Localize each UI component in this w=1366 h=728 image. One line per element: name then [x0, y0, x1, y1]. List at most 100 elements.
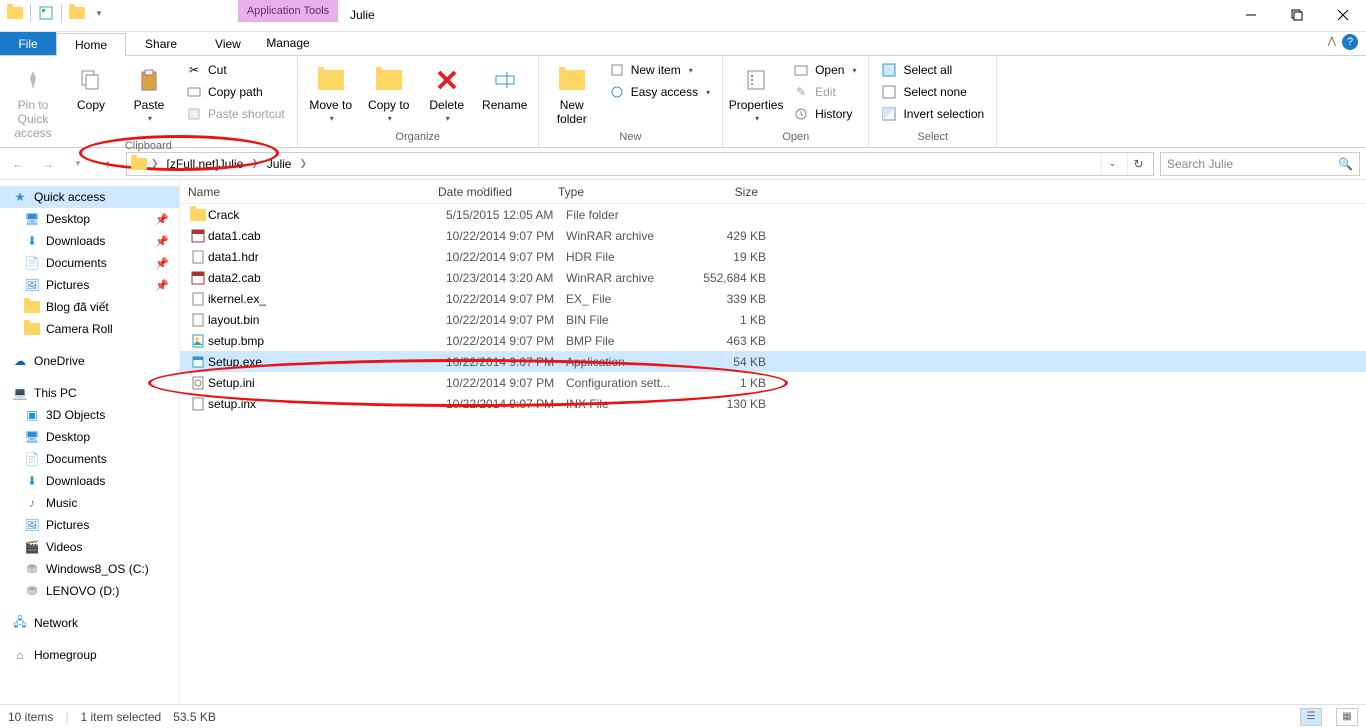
chevron-right-icon[interactable]: ❯ — [251, 158, 259, 169]
breadcrumb-item-parent[interactable]: [zFull.net]Julie — [163, 157, 248, 171]
nav-pictures-pc[interactable]: 🖼Pictures — [0, 514, 179, 536]
nav-pictures[interactable]: 🖼Pictures📌 — [0, 274, 179, 296]
nav-videos[interactable]: 🎬Videos — [0, 536, 179, 558]
new-item-icon — [609, 62, 625, 78]
select-none-button[interactable]: Select none — [877, 82, 988, 102]
move-to-button[interactable]: Move to▾ — [306, 60, 356, 123]
column-header-date[interactable]: Date modified — [438, 185, 558, 199]
ribbon-tabs: File Home Share View Manage ⋀ ? — [0, 32, 1366, 56]
open-button[interactable]: Open▾ — [789, 60, 860, 80]
videos-icon: 🎬 — [24, 539, 40, 555]
address-dropdown-icon[interactable]: ⌄ — [1101, 153, 1123, 175]
file-row[interactable]: data1.cab10/22/2014 9:07 PMWinRAR archiv… — [180, 225, 1366, 246]
column-header-type[interactable]: Type — [558, 185, 678, 199]
search-input[interactable]: Search Julie 🔍 — [1160, 152, 1360, 176]
file-row[interactable]: ikernel.ex_10/22/2014 9:07 PMEX_ File339… — [180, 288, 1366, 309]
nav-onedrive[interactable]: ☁OneDrive — [0, 350, 179, 372]
chevron-right-icon[interactable]: ❯ — [151, 158, 159, 169]
pin-to-quick-access-button[interactable]: Pin to Quick access — [8, 60, 58, 140]
file-tab[interactable]: File — [0, 32, 56, 55]
easy-access-button[interactable]: Easy access▾ — [605, 82, 714, 102]
rename-button[interactable]: Rename — [480, 60, 530, 112]
history-button[interactable]: History — [789, 104, 860, 124]
breadcrumb-item-current[interactable]: Julie — [263, 157, 296, 171]
file-row[interactable]: setup.bmp10/22/2014 9:07 PMBMP File463 K… — [180, 330, 1366, 351]
nav-camera-roll[interactable]: Camera Roll — [0, 318, 179, 340]
nav-drive-d[interactable]: ⛃LENOVO (D:) — [0, 580, 179, 602]
file-row[interactable]: setup.inx10/22/2014 9:07 PMINX File130 K… — [180, 393, 1366, 414]
nav-documents-pc[interactable]: 📄Documents — [0, 448, 179, 470]
up-button[interactable]: ↑ — [96, 152, 120, 176]
properties-qat-icon[interactable] — [37, 4, 55, 22]
file-name: setup.inx — [208, 397, 446, 411]
paste-button[interactable]: Paste▾ — [124, 60, 174, 123]
file-size: 54 KB — [686, 355, 766, 369]
nav-desktop-pc[interactable]: 🖥Desktop — [0, 426, 179, 448]
nav-blog[interactable]: Blog đã viết — [0, 296, 179, 318]
context-tab-application-tools[interactable]: Application Tools — [238, 0, 338, 22]
cut-button[interactable]: ✂Cut — [182, 60, 289, 80]
file-row[interactable]: Crack5/15/2015 12:05 AMFile folder — [180, 204, 1366, 225]
back-button[interactable]: ← — [6, 152, 30, 176]
nav-drive-c[interactable]: ⛃Windows8_OS (C:) — [0, 558, 179, 580]
recent-dropdown-icon[interactable]: ▾ — [66, 152, 90, 176]
file-row[interactable]: Setup.ini10/22/2014 9:07 PMConfiguration… — [180, 372, 1366, 393]
nav-quick-access[interactable]: ★Quick access — [0, 186, 179, 208]
file-type: WinRAR archive — [566, 271, 686, 285]
nav-desktop[interactable]: 🖥Desktop📌 — [0, 208, 179, 230]
copy-path-button[interactable]: Copy path — [182, 82, 289, 102]
file-date: 10/22/2014 9:07 PM — [446, 313, 566, 327]
address-bar[interactable]: ❯ [zFull.net]Julie ❯ Julie ❯ ⌄ ↻ — [126, 152, 1154, 176]
home-tab[interactable]: Home — [56, 33, 126, 56]
new-item-button[interactable]: New item▾ — [605, 60, 714, 80]
nav-documents[interactable]: 📄Documents📌 — [0, 252, 179, 274]
properties-button[interactable]: Properties▾ — [731, 60, 781, 123]
edit-button[interactable]: ✎Edit — [789, 82, 860, 102]
nav-downloads[interactable]: ⬇Downloads📌 — [0, 230, 179, 252]
file-row[interactable]: Setup.exe10/22/2014 9:07 PMApplication54… — [180, 351, 1366, 372]
chevron-right-icon[interactable]: ❯ — [299, 158, 307, 169]
ribbon-group-organize: Move to▾ Copy to▾ Delete▾ Rename Organiz… — [298, 56, 539, 147]
help-icon[interactable]: ? — [1342, 34, 1358, 50]
file-row[interactable]: data1.hdr10/22/2014 9:07 PMHDR File19 KB — [180, 246, 1366, 267]
downloads-icon: ⬇ — [24, 473, 40, 489]
collapse-ribbon-icon[interactable]: ⋀ — [1328, 36, 1336, 47]
refresh-button[interactable]: ↻ — [1127, 153, 1149, 175]
file-row[interactable]: layout.bin10/22/2014 9:07 PMBIN File1 KB — [180, 309, 1366, 330]
file-date: 10/22/2014 9:07 PM — [446, 376, 566, 390]
new-folder-button[interactable]: New folder — [547, 60, 597, 126]
column-headers[interactable]: Name⌃ Date modified Type Size — [180, 180, 1366, 204]
nav-network[interactable]: 🖧Network — [0, 612, 179, 634]
select-all-button[interactable]: Select all — [877, 60, 988, 80]
manage-tab[interactable]: Manage — [238, 36, 338, 50]
invert-selection-button[interactable]: Invert selection — [877, 104, 988, 124]
file-date: 10/22/2014 9:07 PM — [446, 355, 566, 369]
minimize-button[interactable] — [1228, 0, 1274, 30]
quick-access-toolbar: ▾ — [0, 0, 114, 26]
documents-icon: 📄 — [24, 451, 40, 467]
column-header-name[interactable]: Name⌃ — [180, 185, 438, 199]
copy-button[interactable]: Copy — [66, 60, 116, 112]
nav-music[interactable]: ♪Music — [0, 492, 179, 514]
navigation-pane[interactable]: ★Quick access 🖥Desktop📌 ⬇Downloads📌 📄Doc… — [0, 180, 180, 704]
forward-button[interactable]: → — [36, 152, 60, 176]
nav-downloads-pc[interactable]: ⬇Downloads — [0, 470, 179, 492]
maximize-button[interactable] — [1274, 0, 1320, 30]
delete-button[interactable]: Delete▾ — [422, 60, 472, 123]
column-header-size[interactable]: Size — [678, 185, 758, 199]
qat-dropdown-icon[interactable]: ▾ — [90, 4, 108, 22]
new-folder-qat-icon[interactable] — [68, 4, 86, 22]
file-row[interactable]: data2.cab10/23/2014 3:20 AMWinRAR archiv… — [180, 267, 1366, 288]
star-icon: ★ — [12, 189, 28, 205]
nav-homegroup[interactable]: ⌂Homegroup — [0, 644, 179, 666]
paste-shortcut-button[interactable]: Paste shortcut — [182, 104, 289, 124]
close-button[interactable] — [1320, 0, 1366, 30]
title-bar: ▾ Application Tools Julie — [0, 0, 1366, 32]
nav-3d-objects[interactable]: ▣3D Objects — [0, 404, 179, 426]
large-icons-view-button[interactable]: ▦ — [1336, 708, 1358, 726]
homegroup-icon: ⌂ — [12, 647, 28, 663]
copy-to-button[interactable]: Copy to▾ — [364, 60, 414, 123]
nav-this-pc[interactable]: 💻This PC — [0, 382, 179, 404]
share-tab[interactable]: Share — [126, 32, 196, 55]
details-view-button[interactable]: ☰ — [1300, 708, 1322, 726]
